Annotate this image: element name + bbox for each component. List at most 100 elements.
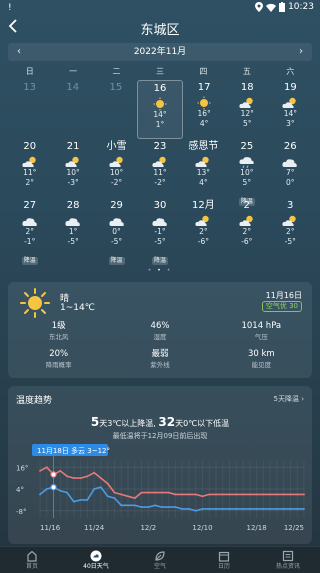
- high-temp-point: [276, 493, 278, 496]
- high-temp-point: [208, 493, 211, 496]
- stats-row: 1级 东北风 46% 湿度 1014 hPa 气压: [8, 320, 312, 348]
- y-tick-label: -8°: [16, 508, 26, 516]
- weekday-label: 四: [199, 67, 208, 76]
- calendar-day[interactable]: 感恩节 13° 4°: [182, 139, 225, 198]
- low-temp: 5°: [242, 178, 252, 187]
- temperature-trend-card: 温度趋势 5天降温 › 5天3℃以上降温, 32天0℃以下低温 最低温将于12月…: [8, 386, 312, 544]
- nav-40-day[interactable]: 40日天气: [64, 547, 128, 573]
- month-label[interactable]: 2022年11月: [8, 43, 312, 61]
- high-temp-point: [86, 475, 89, 478]
- day-number: 29: [110, 200, 123, 211]
- nav-label: 空气: [153, 563, 166, 570]
- calendar-day[interactable]: 14: [51, 80, 94, 139]
- cloud-sun-icon: [151, 154, 169, 168]
- stat-value: 30 km: [247, 349, 275, 359]
- day-number: 12月: [192, 200, 215, 211]
- day-number: 26: [283, 141, 297, 152]
- cloud-icon: [281, 154, 299, 168]
- freezing-count: 32: [158, 415, 176, 429]
- calendar-icon: [218, 551, 230, 562]
- low-temp-point: [235, 508, 238, 510]
- calendar-day[interactable]: 15: [94, 80, 137, 139]
- battery-icon: [279, 2, 286, 12]
- day-number: 15: [109, 82, 123, 93]
- calendar-day[interactable]: 2 2° -6°: [225, 198, 268, 257]
- high-temp: 11°: [153, 168, 167, 177]
- cloud-rain-icon: [238, 154, 256, 169]
- month-selector: ‹ 2022年11月 ›: [8, 43, 312, 61]
- calendar-day[interactable]: 18 12° 5°: [226, 80, 269, 139]
- weekday-label: 二: [112, 67, 121, 76]
- high-temp-point: [167, 491, 170, 494]
- cooling-days-link[interactable]: 5天降温 ›: [274, 394, 304, 404]
- high-temp: 2°: [242, 227, 252, 236]
- low-temp-point: [208, 508, 211, 510]
- high-temp: 1°: [68, 227, 78, 236]
- day-number: 19: [284, 82, 297, 93]
- cloud-sun-icon: [238, 95, 256, 109]
- stat-value: 46%: [150, 321, 170, 331]
- calendar-day[interactable]: 25 10° 5° 降温: [225, 139, 268, 206]
- sun-icon: [20, 288, 50, 318]
- calendar-day[interactable]: 17 16° 4°: [183, 80, 226, 139]
- high-temp: 16°: [197, 109, 211, 118]
- nav-air[interactable]: 空气: [128, 547, 192, 573]
- high-temp-point: [160, 491, 163, 494]
- trend-subtitle: 最低温将于12月09日前后出现: [112, 432, 208, 440]
- tooltip-high-dot: [50, 471, 57, 478]
- low-temp: 4°: [199, 178, 208, 187]
- calendar-day[interactable]: 21 10° -3°: [51, 139, 94, 198]
- low-temp: 1°: [155, 120, 165, 129]
- low-temp-point: [221, 508, 224, 510]
- low-temp-point: [289, 508, 292, 510]
- low-temp: -6°: [197, 237, 210, 246]
- calendar-day[interactable]: 12月 2° -6°: [182, 198, 225, 257]
- calendar-day[interactable]: 30 -1° -5° 降温: [138, 198, 181, 265]
- high-temp-point: [147, 491, 150, 494]
- nav-news[interactable]: 热点资讯: [256, 547, 320, 573]
- high-temp: 10°: [240, 168, 254, 177]
- calendar-day[interactable]: 13: [8, 80, 51, 139]
- temperature-trend-chart[interactable]: 16° 4° -8° 11/16 11/24 12/2 12/10 12/18 12/25 11月…: [8, 444, 312, 540]
- calendar-day[interactable]: 23 11° -2°: [138, 139, 181, 198]
- calendar-day-selected[interactable]: 16 14° 1°: [137, 80, 183, 139]
- high-temp-point: [100, 477, 102, 480]
- today-card[interactable]: 晴 1~14℃ 11月16日 空气优 30 1级 东北风 46% 湿度 1014 h…: [8, 282, 312, 378]
- calendar-day[interactable]: 26 7° 0°: [269, 139, 312, 198]
- day-number: 16: [153, 83, 167, 94]
- calendar-week-row: 20 11° 2° 21 10° -3° 小雪 10° -2° 23 11° -2° 感恩节 13° 4° 2…: [8, 139, 312, 206]
- low-temp-point: [269, 508, 272, 510]
- weekday-header: 日 一 二 三 四 五 六: [8, 66, 312, 77]
- cloud-icon: [108, 213, 126, 227]
- calendar-day[interactable]: 3 2° -5°: [269, 198, 312, 257]
- aqi-badge[interactable]: 空气优 30: [261, 301, 302, 312]
- low-temp-point: [181, 508, 184, 510]
- low-temp: 3°: [286, 119, 295, 128]
- next-month-button[interactable]: ›: [294, 43, 308, 61]
- home-icon: [27, 550, 37, 562]
- stat-value: 20%: [49, 349, 69, 359]
- low-temp-point: [242, 508, 244, 510]
- low-temp: 2°: [25, 178, 34, 187]
- calendar-day[interactable]: 27 2° -1° 降温: [8, 198, 51, 265]
- calendar-day[interactable]: 小雪 10° -2°: [95, 139, 138, 198]
- calendar-day[interactable]: 28 1° -5°: [51, 198, 94, 257]
- high-temp-line: [39, 466, 304, 499]
- status-notification-icon: !: [8, 3, 12, 13]
- cloud-sun-icon: [194, 154, 212, 168]
- day-number: 21: [66, 141, 80, 152]
- high-temp-point: [221, 493, 224, 496]
- low-temp-point: [188, 508, 190, 510]
- nav-home[interactable]: 首页: [0, 547, 64, 573]
- low-temp: 4°: [199, 119, 209, 128]
- today-temp-range: 1~14℃: [60, 303, 95, 313]
- visibility-stat: 30 km 能见度: [211, 348, 312, 376]
- high-temp-point: [127, 495, 129, 498]
- nav-label: 热点资讯: [275, 563, 300, 570]
- low-temp-point: [39, 493, 41, 496]
- low-temp: 0°: [285, 178, 295, 187]
- calendar-day[interactable]: 19 14° 3°: [269, 80, 312, 139]
- nav-calendar[interactable]: 日历: [192, 547, 256, 573]
- calendar-day[interactable]: 20 11° 2°: [8, 139, 51, 198]
- calendar-day[interactable]: 29 0° -5° 降温: [95, 198, 138, 265]
